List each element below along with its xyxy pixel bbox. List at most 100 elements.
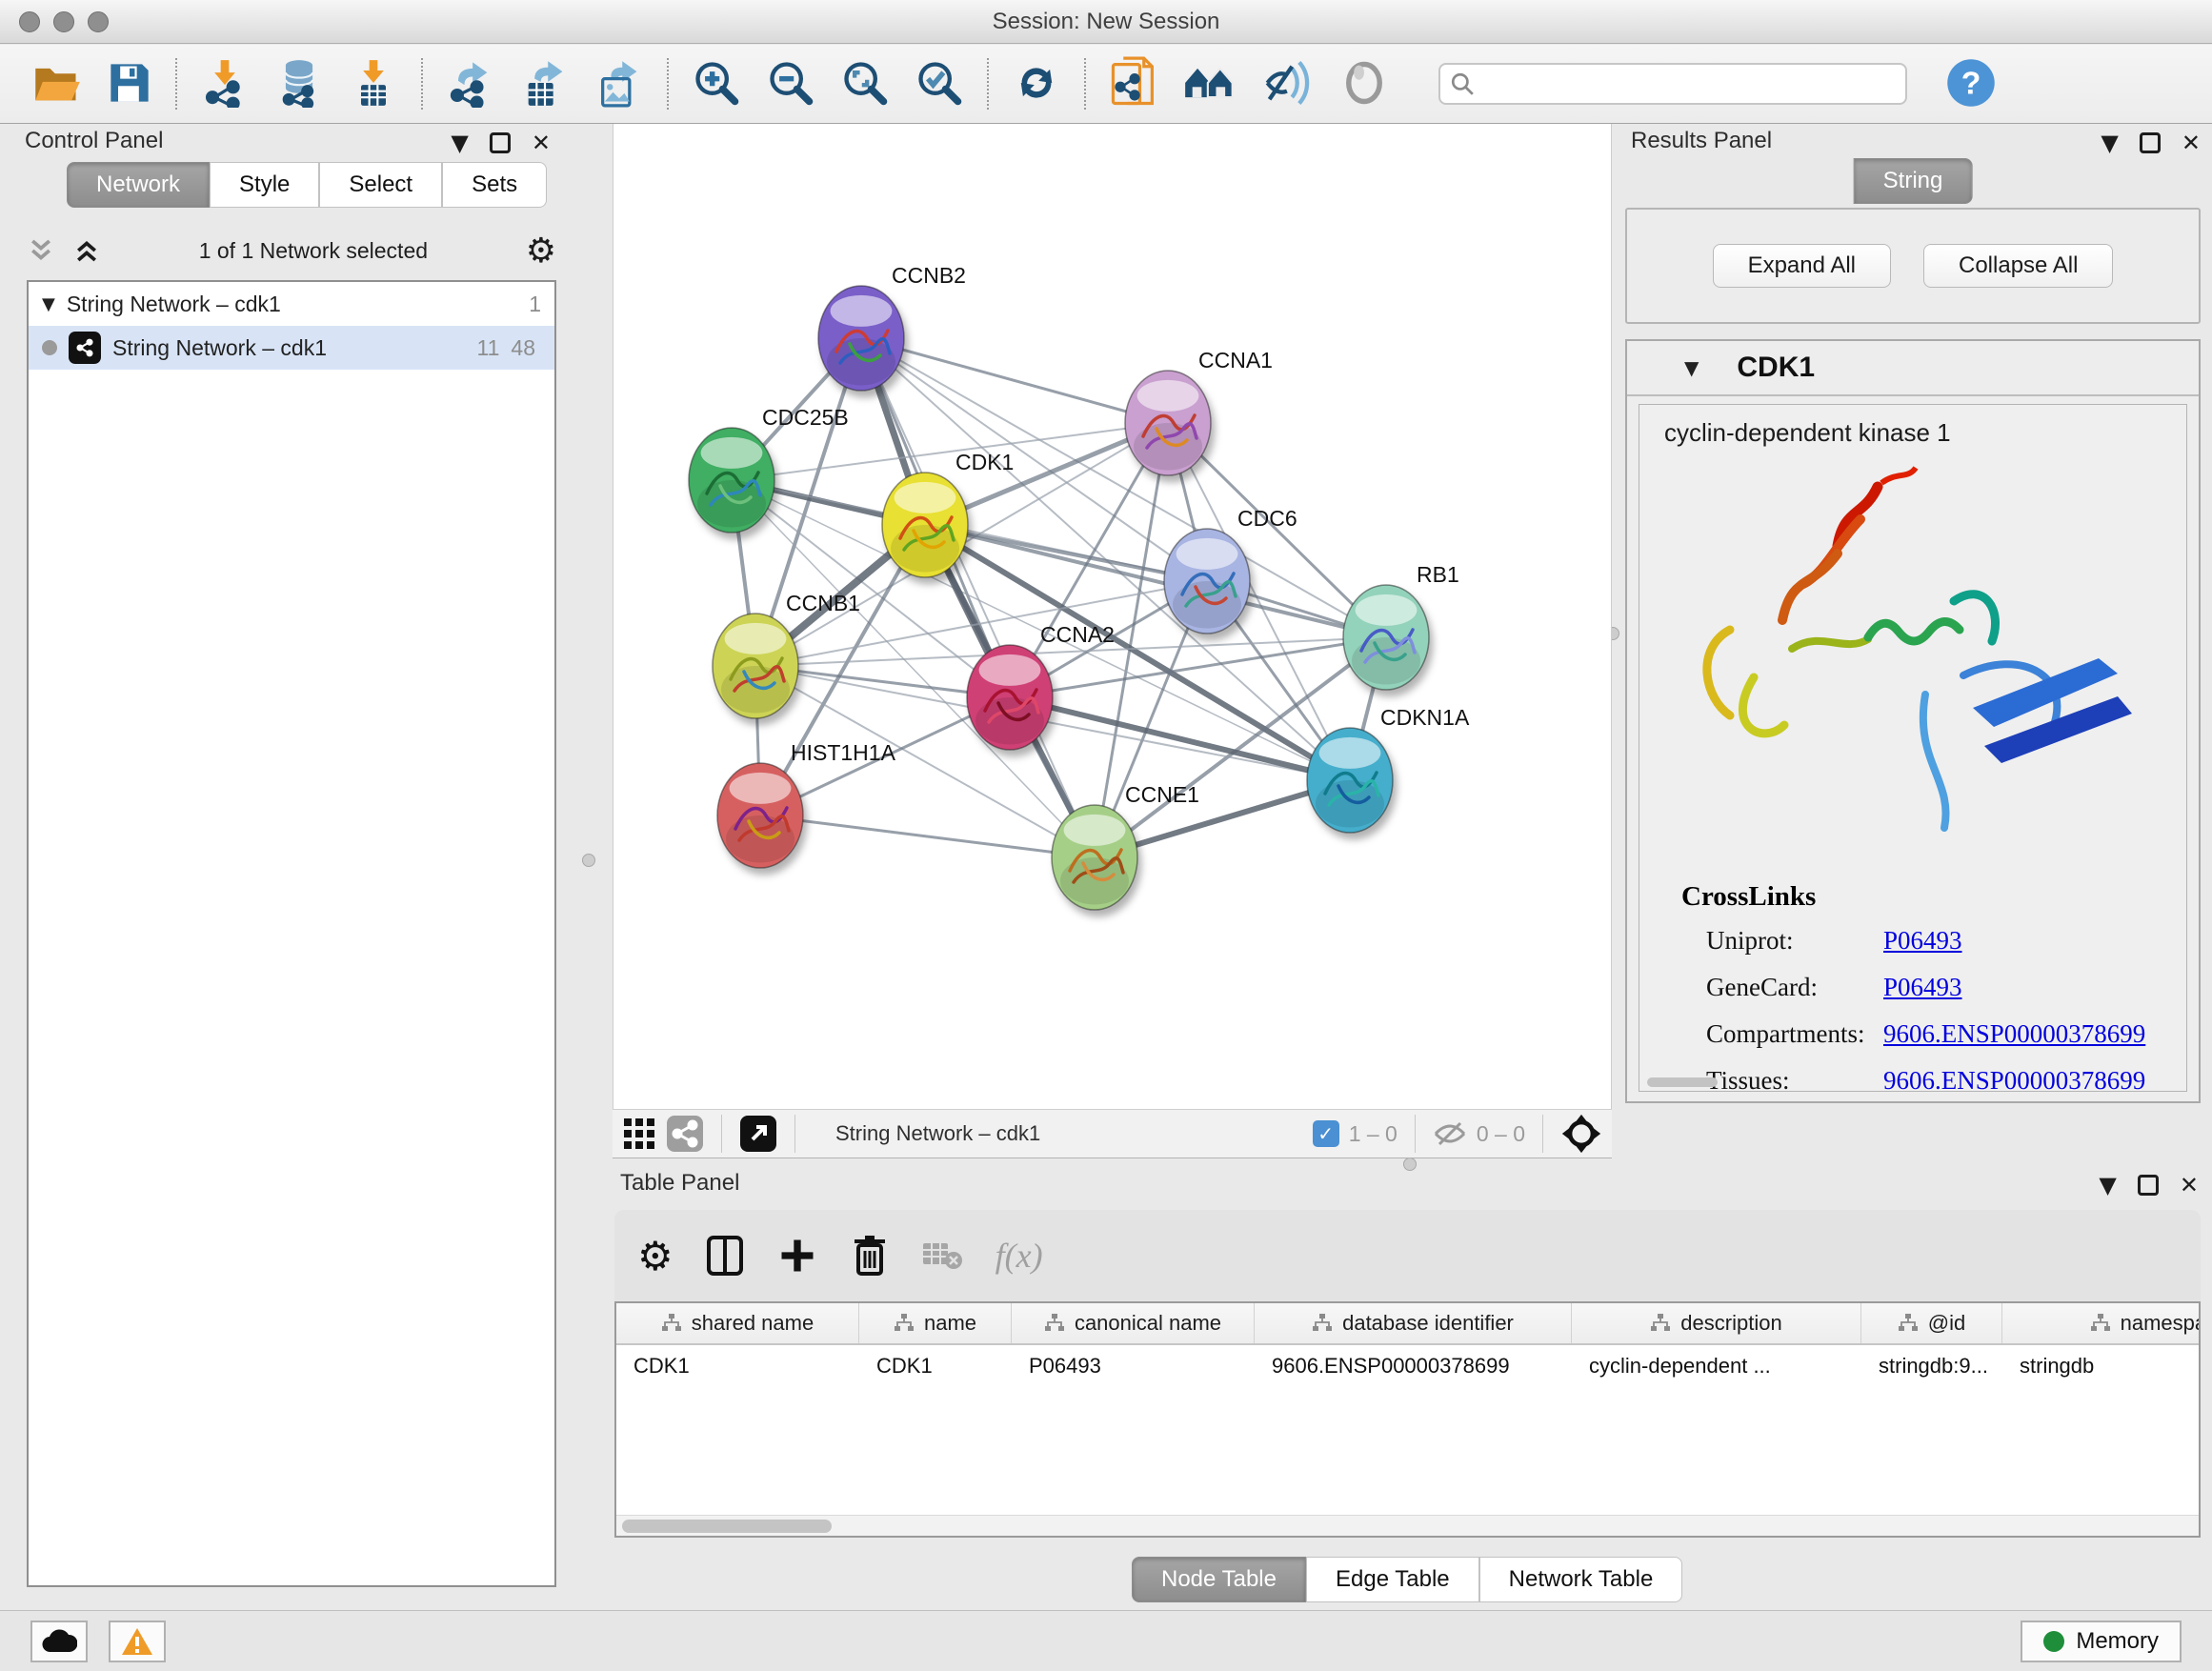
tab-node-table[interactable]: Node Table bbox=[1132, 1557, 1306, 1602]
zoom-out-button[interactable] bbox=[758, 54, 823, 114]
share-view-icon[interactable] bbox=[666, 1115, 704, 1153]
save-session-button[interactable] bbox=[99, 56, 160, 112]
node-label-CCNB1: CCNB1 bbox=[786, 591, 860, 615]
zoom-selected-button[interactable] bbox=[907, 54, 972, 114]
delete-column-icon[interactable] bbox=[851, 1234, 889, 1278]
home-layout-button[interactable] bbox=[1176, 56, 1244, 112]
float-panel-icon[interactable]: ▼ bbox=[451, 131, 468, 154]
gray-eye-icon bbox=[1339, 58, 1389, 108]
network-node-CDC6[interactable]: CDC6 bbox=[1164, 506, 1297, 634]
gene-symbol: CDK1 bbox=[1737, 352, 1815, 384]
grid-view-icon[interactable] bbox=[622, 1117, 656, 1151]
gene-card-header[interactable]: ▼ CDK1 bbox=[1627, 341, 2199, 396]
float-panel-icon[interactable]: ▼ bbox=[2099, 1174, 2116, 1197]
maximize-panel-icon[interactable] bbox=[2140, 132, 2161, 153]
export-network-button[interactable] bbox=[438, 54, 503, 114]
crosslink-link[interactable]: P06493 bbox=[1883, 926, 1962, 956]
export-table-button[interactable] bbox=[513, 54, 577, 114]
network-collection-row[interactable]: ▼ String Network – cdk1 1 bbox=[29, 282, 554, 326]
tab-sets[interactable]: Sets bbox=[442, 162, 547, 208]
export-image-button[interactable] bbox=[587, 54, 652, 114]
table-row[interactable]: CDK1CDK1P064939606.ENSP00000378699cyclin… bbox=[616, 1345, 2199, 1387]
maximize-panel-icon[interactable] bbox=[2138, 1175, 2159, 1196]
column-header-database-identifier[interactable]: database identifier bbox=[1255, 1303, 1572, 1343]
string-import-button[interactable] bbox=[1101, 52, 1166, 116]
view-presentation-button[interactable] bbox=[1332, 54, 1397, 114]
column-header-description[interactable]: description bbox=[1572, 1303, 1861, 1343]
search-box[interactable] bbox=[1438, 63, 1907, 105]
network-node-CDK1[interactable]: CDK1 bbox=[882, 450, 1014, 577]
results-panel: Results Panel ▼ ✕ String Expand All Coll… bbox=[1619, 124, 2206, 1158]
network-node-CDKN1A[interactable]: CDKN1A bbox=[1307, 705, 1470, 833]
close-panel-icon[interactable]: ✕ bbox=[2182, 131, 2201, 154]
open-session-button[interactable] bbox=[25, 56, 90, 112]
tab-select[interactable]: Select bbox=[319, 162, 442, 208]
crosslink-link[interactable]: 9606.ENSP00000378699 bbox=[1883, 1019, 2145, 1049]
close-panel-icon[interactable]: ✕ bbox=[532, 131, 551, 154]
network-node-CCNE1[interactable]: CCNE1 bbox=[1052, 782, 1199, 910]
network-node-CCNA1[interactable]: CCNA1 bbox=[1125, 348, 1273, 475]
network-edge-CCNE1-HIST1H1A[interactable] bbox=[760, 815, 1095, 857]
network-node-RB1[interactable]: RB1 bbox=[1343, 562, 1459, 690]
network-node-CCNB1[interactable]: CCNB1 bbox=[713, 591, 860, 718]
column-header-name[interactable]: name bbox=[859, 1303, 1012, 1343]
tab-network[interactable]: Network bbox=[67, 162, 210, 208]
selected-checkbox-icon[interactable]: ✓ bbox=[1313, 1120, 1339, 1147]
table-hscrollbar[interactable] bbox=[616, 1515, 2199, 1536]
help-button[interactable]: ? bbox=[1945, 57, 1997, 111]
string-style-toggle-button[interactable] bbox=[1254, 54, 1322, 114]
crosslink-link[interactable]: 9606.ENSP00000378699 bbox=[1883, 1066, 2145, 1092]
birdseye-toggle-icon[interactable] bbox=[1560, 1113, 1602, 1155]
horizontal-splitter-handle[interactable] bbox=[1403, 1158, 1417, 1171]
gene-expander-icon[interactable]: ▼ bbox=[1684, 356, 1699, 379]
expand-all-icon[interactable] bbox=[72, 236, 101, 265]
tab-string[interactable]: String bbox=[1854, 158, 1973, 204]
left-splitter-handle[interactable] bbox=[582, 854, 595, 867]
add-column-icon[interactable] bbox=[776, 1235, 818, 1277]
expand-all-button[interactable]: Expand All bbox=[1713, 244, 1891, 288]
hidden-count: 0 – 0 bbox=[1477, 1121, 1525, 1147]
collapse-all-icon[interactable] bbox=[27, 236, 55, 265]
import-network-database-button[interactable] bbox=[267, 54, 332, 114]
network-edge-CCNB2-CCNE1[interactable] bbox=[861, 338, 1095, 857]
import-table-file-button[interactable] bbox=[341, 54, 406, 114]
maximize-panel-icon[interactable] bbox=[490, 132, 511, 153]
column-header-namespace[interactable]: namespace bbox=[2002, 1303, 2201, 1343]
float-panel-icon[interactable]: ▼ bbox=[2101, 131, 2118, 154]
zoom-in-button[interactable] bbox=[684, 54, 749, 114]
table-hscroll-thumb[interactable] bbox=[622, 1520, 832, 1533]
tree-expander-icon[interactable]: ▼ bbox=[42, 294, 55, 314]
table-panel-controls: ▼ ✕ bbox=[2099, 1174, 2199, 1197]
network-row[interactable]: String Network – cdk1 11 48 bbox=[29, 326, 554, 370]
results-hscroll-thumb[interactable] bbox=[1647, 1077, 1718, 1087]
cloud-status-button[interactable] bbox=[30, 1621, 88, 1662]
memory-status-dot bbox=[2043, 1631, 2064, 1652]
show-columns-icon[interactable] bbox=[706, 1235, 744, 1277]
column-header-canonical-name[interactable]: canonical name bbox=[1012, 1303, 1255, 1343]
table-settings-gear-icon[interactable]: ⚙ bbox=[637, 1233, 674, 1279]
column-type-icon bbox=[894, 1314, 915, 1333]
collapse-all-button[interactable]: Collapse All bbox=[1923, 244, 2113, 288]
export-network-icon bbox=[446, 58, 495, 108]
crosslink-label: Compartments: bbox=[1706, 1019, 1883, 1049]
column-header--id[interactable]: @id bbox=[1861, 1303, 2002, 1343]
column-header-shared-name[interactable]: shared name bbox=[616, 1303, 859, 1343]
refresh-view-button[interactable] bbox=[1004, 54, 1069, 114]
open-in-window-icon[interactable] bbox=[739, 1115, 777, 1153]
tab-edge-table[interactable]: Edge Table bbox=[1306, 1557, 1479, 1602]
search-input[interactable] bbox=[1482, 71, 1896, 96]
zoom-fit-button[interactable] bbox=[833, 54, 897, 114]
network-node-CCNB2[interactable]: CCNB2 bbox=[818, 263, 966, 391]
network-node-HIST1H1A[interactable]: HIST1H1A bbox=[717, 740, 896, 868]
crosslink-link[interactable]: P06493 bbox=[1883, 973, 1962, 1002]
warnings-button[interactable] bbox=[109, 1621, 166, 1662]
tab-style[interactable]: Style bbox=[210, 162, 319, 208]
table-toolbar: ⚙ f(x) bbox=[614, 1210, 2201, 1301]
tab-network-table[interactable]: Network Table bbox=[1479, 1557, 1683, 1602]
import-network-file-button[interactable] bbox=[192, 54, 257, 114]
network-canvas[interactable]: CCNB2CCNA1CDC25BCDK1CDC6RB1CCNB1CCNA2CDK… bbox=[613, 124, 1612, 1109]
close-panel-icon[interactable]: ✕ bbox=[2180, 1174, 2199, 1197]
memory-button[interactable]: Memory bbox=[2021, 1621, 2182, 1662]
network-options-gear-icon[interactable]: ⚙ bbox=[526, 232, 556, 271]
table-cell: P06493 bbox=[1012, 1354, 1255, 1379]
